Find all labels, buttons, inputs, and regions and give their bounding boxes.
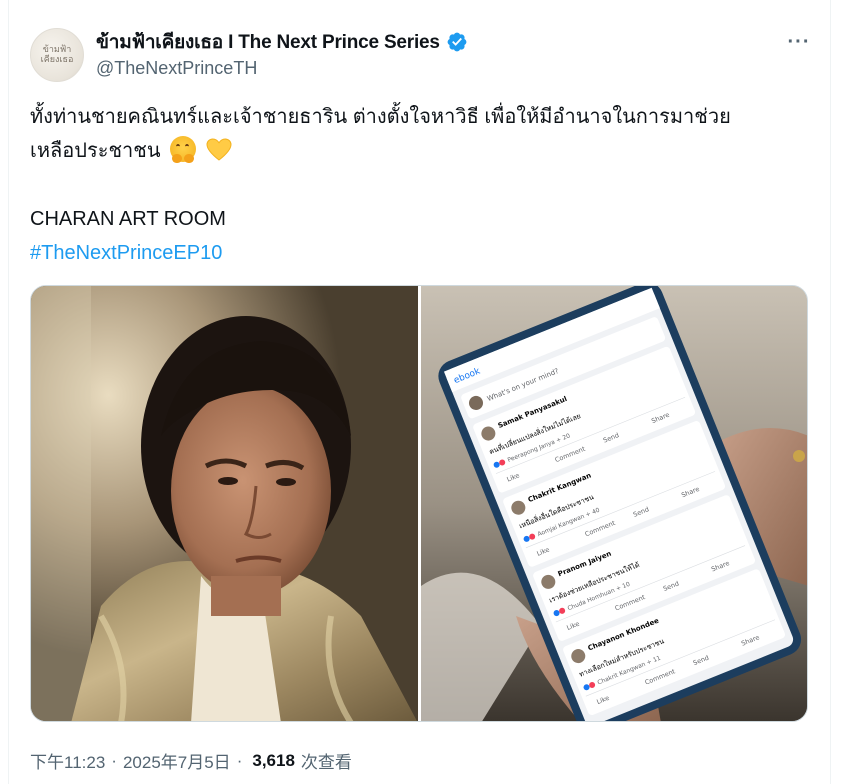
- frame-divider-right: [830, 0, 831, 784]
- tweet-media-grid: ebook What's on your mind? Samak Panyasa…: [30, 285, 808, 722]
- tweet-header: ข้ามฟ้า เคียงเธอ ข้ามฟ้าเคียงเธอ I The N…: [30, 28, 810, 84]
- tweet-text-line2-row: เหลือประชาชน: [30, 134, 820, 168]
- tweet-time[interactable]: 下午11:23: [30, 748, 105, 773]
- tweet-text-line1: ทั้งท่านชายคณินทร์และเจ้าชายธาริน ต่างตั…: [30, 106, 731, 128]
- views-count: 3,618: [252, 750, 295, 770]
- tweet-date[interactable]: 2025年7月5日: [123, 748, 231, 773]
- man-portrait-illustration: [31, 286, 418, 721]
- hugging-face-icon: [170, 136, 197, 163]
- author-display-name[interactable]: ข้ามฟ้าเคียงเธอ I The Next Prince Series: [96, 27, 440, 57]
- meta-separator: ·: [111, 750, 117, 770]
- tweet-meta: 下午11:23 · 2025年7月5日 · 3,618 次查看: [30, 748, 352, 773]
- author-avatar[interactable]: ข้ามฟ้า เคียงเธอ: [30, 28, 84, 82]
- credit-text: CHARAN ART ROOM: [30, 208, 226, 230]
- media-photo-right[interactable]: ebook What's on your mind? Samak Panyasa…: [421, 286, 807, 721]
- meta-separator: ·: [236, 750, 243, 770]
- tweet-text: ทั้งท่านชายคณินทร์และเจ้าชายธาริน ต่างตั…: [30, 100, 820, 270]
- frame-divider-left: [8, 0, 9, 784]
- views-label: 次查看: [300, 753, 352, 772]
- avatar-text-line2: เคียงเธอ: [40, 55, 74, 65]
- more-options-button[interactable]: ···: [782, 28, 816, 56]
- hashtag-link[interactable]: #TheNextPrinceEP10: [30, 236, 820, 270]
- media-photo-left[interactable]: [31, 286, 418, 721]
- author-handle[interactable]: @TheNextPrinceTH: [96, 58, 468, 79]
- avatar-text-line1: ข้ามฟ้า: [42, 45, 72, 55]
- tablet-scene-illustration: ebook What's on your mind? Samak Panyasa…: [421, 286, 807, 721]
- tweet-text-line2: เหลือประชาชน: [30, 140, 161, 162]
- yellow-heart-icon: [206, 138, 232, 162]
- author-names: ข้ามฟ้าเคียงเธอ I The Next Prince Series…: [96, 30, 468, 79]
- verified-badge-icon: [447, 32, 467, 52]
